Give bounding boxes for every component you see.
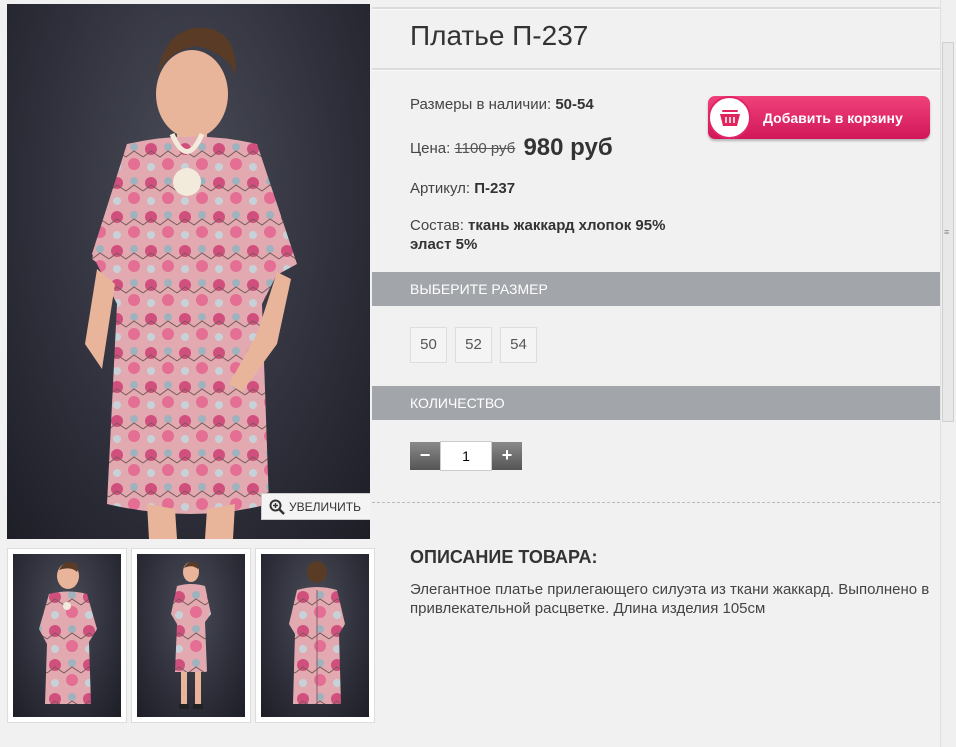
size-option-50[interactable]: 50 [410,327,447,363]
magnifier-plus-icon [269,499,285,515]
main-product-photo[interactable]: УВЕЛИЧИТЬ [7,4,370,539]
thumbnail-front[interactable] [7,548,127,723]
quantity-input[interactable] [440,441,492,471]
new-price: 980 руб [523,134,613,161]
quantity-decrease-button[interactable]: − [410,442,440,470]
thumbnail-back[interactable] [255,548,375,723]
add-to-cart-label: Добавить в корзину [763,109,903,126]
quantity-increase-button[interactable]: + [492,442,522,470]
article-label: Артикул: [410,180,471,197]
thumbnail-image [171,561,211,709]
basket-icon [708,96,751,139]
composition-row: Состав: ткань жаккард хлопок 95% эласт 5… [410,216,710,254]
size-option-54[interactable]: 54 [500,327,537,363]
thumbnail-image [39,562,97,704]
thumbnail-strip [7,548,375,723]
description-title: ОПИСАНИЕ ТОВАРА: [410,547,598,567]
quantity-header: КОЛИЧЕСТВО [372,386,940,420]
article-value: П-237 [474,180,516,197]
divider-dashed [372,502,940,503]
description-text: Элегантное платье прилегающего силуэта и… [410,581,930,617]
scrollbar-grip-icon: ≡ [944,227,950,237]
composition-label: Состав: [410,217,464,234]
price-row: Цена: 1100 руб 980 руб [410,134,613,162]
price-label: Цена: [410,140,451,157]
sizes-value: 50-54 [555,96,594,113]
zoom-label: УВЕЛИЧИТЬ [289,499,361,514]
zoom-button[interactable]: УВЕЛИЧИТЬ [261,493,370,520]
thumbnail-full-length[interactable] [131,548,251,723]
old-price: 1100 руб [454,140,516,157]
sizes-available: Размеры в наличии: 50-54 [410,96,594,113]
add-to-cart-button[interactable]: Добавить в корзину [708,96,930,139]
size-option-52[interactable]: 52 [455,327,492,363]
select-size-header: ВЫБЕРИТЕ РАЗМЕР [372,272,940,306]
dress-model-image [85,27,297,539]
divider-top [372,7,940,10]
article-row: Артикул: П-237 [410,180,515,197]
sizes-label: Размеры в наличии: [410,96,552,113]
thumbnail-image [289,561,345,704]
page-title: Платье П-237 [410,20,589,51]
divider-title [372,68,940,71]
